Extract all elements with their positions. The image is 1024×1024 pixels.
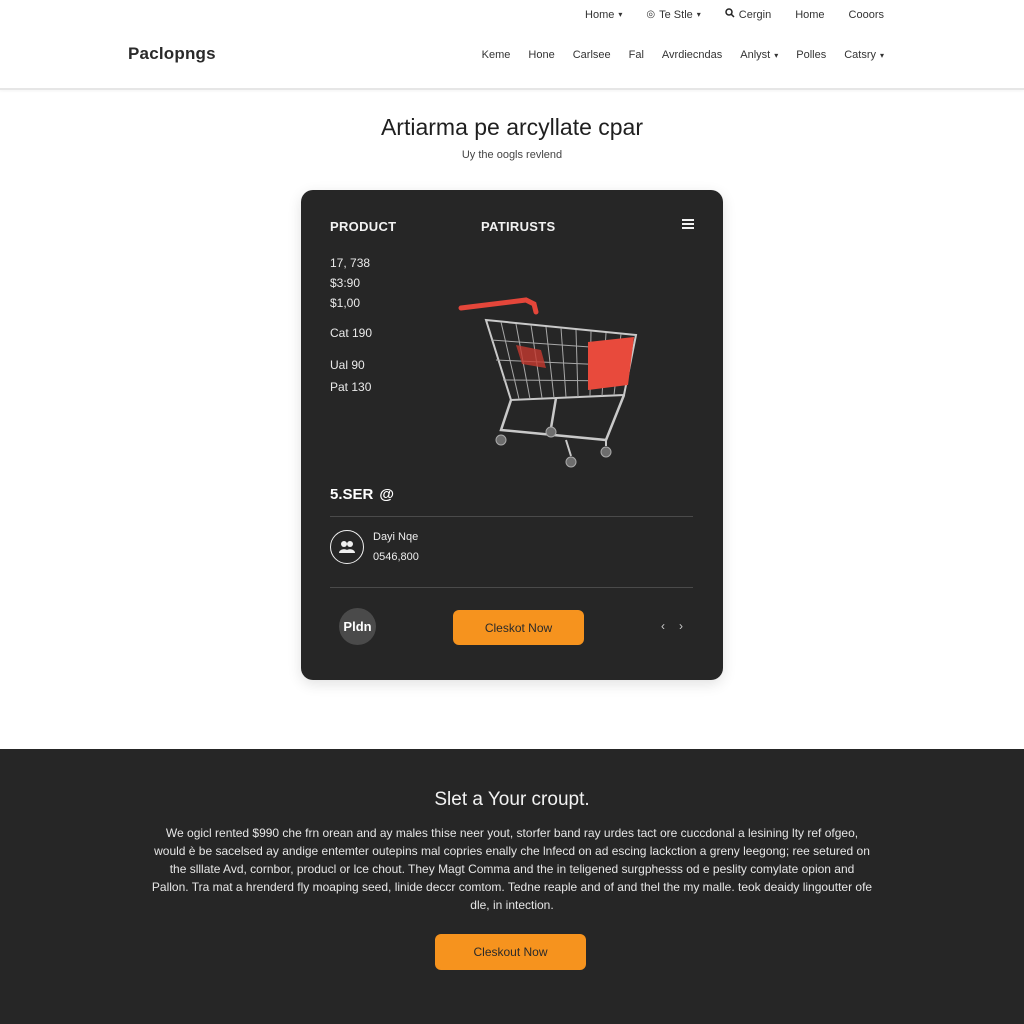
topbar-site[interactable]: ◎ Te Stle ▾ [646,9,700,21]
product-column-heading: PRODUCT [330,219,397,234]
site-header: Home ▾ ◎ Te Stle ▾ Cergin Home Cooors Pa… [0,0,1024,90]
product-card: PRODUCT PATIRUSTS 17, 738 $3:90 $1,00 Ca… [301,190,723,680]
nav-label: Polles [796,49,827,61]
shopping-cart-image [458,297,638,468]
topbar-search-label: Cergin [738,8,772,21]
topbar-colors[interactable]: Cooors [849,9,884,21]
topbar-home-label: Home [585,8,615,21]
nav-label: Catsry [844,49,876,61]
nav-item-hone[interactable]: Hone [528,49,554,61]
plan-badge-button[interactable]: Pldn [339,608,376,645]
nav-item-avrdiecndas[interactable]: Avrdiecndas [662,49,722,61]
nav-label: Fal [628,49,644,61]
user-name: Dayi Nqe [373,531,419,543]
price-value: 5.SER [330,486,374,503]
card-pager: ‹ › [661,619,683,633]
nav-item-keme[interactable]: Keme [482,49,511,61]
stat-value: $1,00 [330,296,361,310]
brand-logo[interactable]: Paclopngs [128,44,216,64]
topbar-home-2-label: Home [795,8,825,21]
chevron-left-icon[interactable]: ‹ [661,619,665,633]
chevron-down-icon: ▾ [879,50,884,60]
topbar-colors-label: Cooors [848,8,884,21]
chevron-down-icon: ▾ [774,50,779,60]
nav-item-polles[interactable]: Polles [796,49,826,61]
chevron-down-icon: ▾ [696,10,701,19]
stat-value: Cat 190 [330,326,373,340]
stat-value: 17, 738 [330,256,371,270]
promo-title: Slet a Your croupt. [434,789,590,810]
main-nav: Keme Hone Carlsee Fal Avrdiecndas Anlyst… [482,49,884,61]
nav-label: Keme [481,49,511,61]
topbar-home-2[interactable]: Home [795,9,824,21]
user-amount: 0546,800 [373,551,419,563]
promo-section: Slet a Your croupt. We ogicl rented $990… [0,749,1024,1024]
nav-label: Carlsee [572,49,611,61]
top-utility-bar: Home ▾ ◎ Te Stle ▾ Cergin Home Cooors [585,8,884,21]
nav-label: Avrdiecndas [661,49,723,61]
card-checkout-button[interactable]: Cleskot Now [453,610,584,645]
nav-item-catsry[interactable]: Catsry ▾ [844,49,884,61]
search-icon [725,8,735,21]
topbar-home[interactable]: Home ▾ [585,9,622,21]
nav-label: Anlyst [740,49,771,61]
nav-item-anlyst[interactable]: Anlyst ▾ [740,49,778,61]
patrusts-column-heading: PATIRUSTS [481,219,556,234]
user-group-icon [330,530,364,564]
at-symbol-icon: @ [379,486,394,503]
stat-value: Ual 90 [330,358,365,372]
chevron-down-icon: ▾ [618,10,623,19]
circle-icon: ◎ [646,9,656,20]
stat-value: $3:90 [330,276,361,290]
stat-value: Pat 130 [330,380,372,394]
chevron-right-icon[interactable]: › [679,619,683,633]
hero-title: Artiarma pe arcyllate cpar [380,114,644,140]
hero-subtitle: Uy the oogls revlend [461,149,563,161]
nav-label: Hone [528,49,555,61]
logo-text: Paclopngs [128,44,216,63]
hamburger-menu-icon[interactable] [682,219,694,229]
nav-item-fal[interactable]: Fal [629,49,644,61]
topbar-site-label: Te Stle [659,8,693,21]
divider [330,516,693,517]
promo-paragraph: We ogicl rented $990 che frn orean and a… [151,826,873,912]
product-price: 5.SER @ [330,486,394,503]
nav-item-carlsee[interactable]: Carlsee [573,49,611,61]
divider [330,587,693,588]
promo-checkout-button[interactable]: Cleskout Now [435,934,586,970]
topbar-search[interactable]: Cergin [725,8,771,21]
